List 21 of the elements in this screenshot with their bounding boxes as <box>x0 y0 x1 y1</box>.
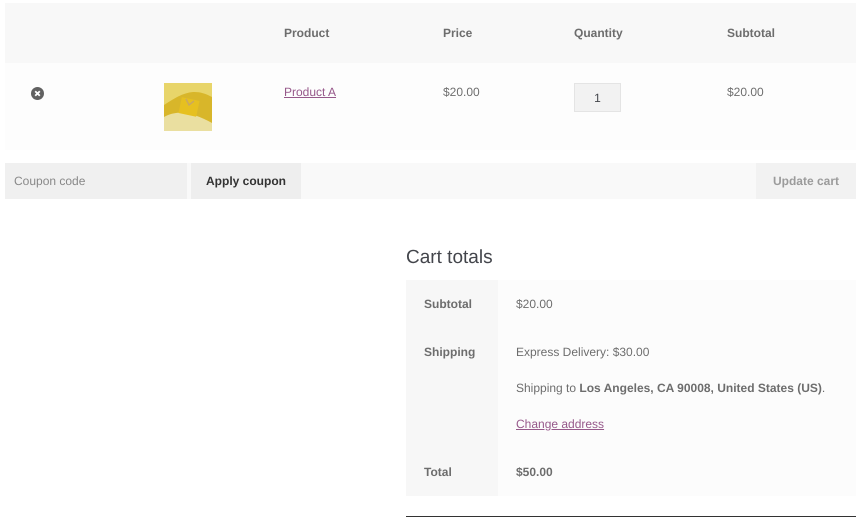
column-header: Subtotal <box>727 26 775 40</box>
shipping-destination: Shipping to Los Angeles, CA 90008, United States (US). <box>516 380 826 395</box>
total-value: $50.00 <box>516 464 553 479</box>
quantity-field[interactable]: 1 <box>574 83 621 112</box>
product-thumbnail-drawing[interactable] <box>164 83 212 131</box>
section-title: Cart totals <box>406 247 494 270</box>
price-cell: $20.00 <box>443 85 480 99</box>
apply-coupon-button[interactable]: Apply coupon <box>191 163 301 199</box>
subtotal-cell: $20.00 <box>727 85 764 99</box>
column-header: Quantity <box>574 26 623 40</box>
product-link[interactable]: Product A <box>284 85 336 99</box>
shipping-method: Express Delivery: $30.00 <box>516 344 650 359</box>
change-address-link[interactable]: Change address <box>516 416 604 431</box>
row-value: $20.00 <box>516 296 553 311</box>
column-header: Price <box>443 26 472 40</box>
row-label: Shipping <box>424 344 476 359</box>
row-label: Total <box>424 464 452 479</box>
remove-icon[interactable] <box>31 87 44 100</box>
column-header: Product <box>284 26 330 40</box>
coupon-field[interactable]: Coupon code <box>5 163 187 199</box>
row-label: Subtotal <box>424 296 472 311</box>
